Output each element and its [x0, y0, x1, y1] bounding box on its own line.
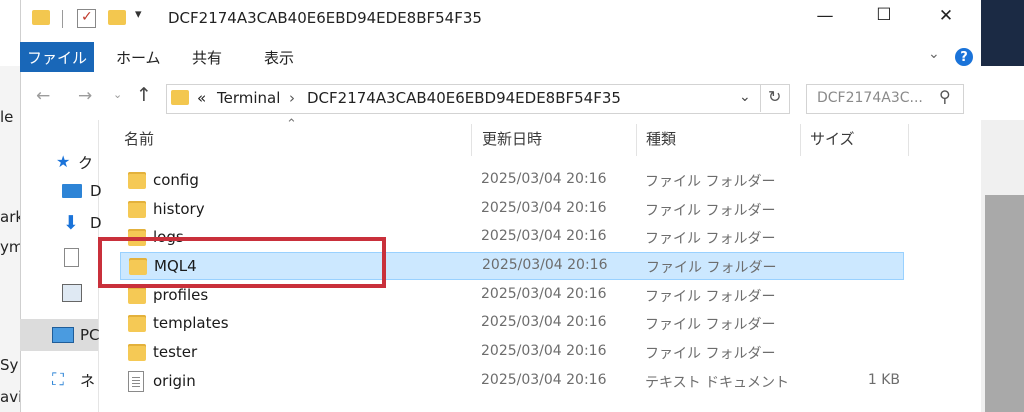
file-size: 1 KB — [867, 372, 900, 388]
file-row-tester[interactable]: tester 2025/03/04 20:16 ファイル フォルダー — [120, 339, 904, 367]
new-folder-icon[interactable] — [108, 10, 126, 25]
recent-locations-icon[interactable]: ⌄ — [113, 88, 122, 101]
file-type: ファイル フォルダー — [645, 203, 776, 219]
ribbon-tabs: ファイル ホーム 共有 表示 ⌄ ? — [20, 38, 980, 72]
column-header-type[interactable]: 種類 — [646, 128, 676, 149]
toolbar-separator — [62, 10, 63, 28]
breadcrumb-terminal[interactable]: Terminal — [217, 89, 280, 107]
file-name: config — [153, 171, 199, 189]
file-name: origin — [153, 372, 196, 390]
back-arrow-icon[interactable]: ← — [36, 86, 50, 106]
desktop-icon[interactable] — [62, 184, 82, 198]
documents-icon[interactable] — [64, 248, 79, 267]
folder-icon — [171, 90, 189, 105]
window-title: DCF2174A3CAB40E6EBD94EDE8BF54F35 — [168, 9, 482, 27]
address-dropdown-icon[interactable]: ⌄ — [739, 89, 751, 105]
folder-icon — [128, 287, 146, 304]
file-row-origin[interactable]: origin 2025/03/04 20:16 テキスト ドキュメント 1 KB — [120, 368, 904, 396]
column-divider[interactable] — [471, 124, 472, 156]
properties-icon[interactable]: ✓ — [77, 9, 96, 28]
ribbon-expand-icon[interactable]: ⌄ — [928, 46, 940, 62]
search-input[interactable]: DCF2174A3C... — [817, 90, 923, 106]
file-row-history[interactable]: history 2025/03/04 20:16 ファイル フォルダー — [120, 196, 904, 224]
search-icon[interactable]: ⚲ — [939, 87, 951, 106]
file-type: ファイル フォルダー — [645, 317, 776, 333]
tab-view[interactable]: 表示 — [264, 42, 294, 72]
column-header-size[interactable]: サイズ — [810, 128, 855, 149]
quick-access-star-icon[interactable]: ★ — [56, 152, 70, 171]
folder-icon — [32, 10, 50, 25]
file-modified: 2025/03/04 20:16 — [481, 228, 607, 244]
file-type: ファイル フォルダー — [645, 174, 776, 190]
checkmark-icon: ✓ — [81, 9, 93, 25]
folder-icon — [128, 201, 146, 218]
file-modified: 2025/03/04 20:16 — [481, 372, 607, 388]
breadcrumb-overflow[interactable]: « — [197, 89, 206, 107]
file-name: history — [153, 200, 205, 218]
file-row-templates[interactable]: templates 2025/03/04 20:16 ファイル フォルダー — [120, 310, 904, 338]
forward-arrow-icon[interactable]: → — [78, 86, 92, 106]
refresh-icon: ↻ — [768, 87, 782, 106]
file-type: ファイル フォルダー — [645, 346, 776, 362]
nav-item-desktop[interactable]: D — [90, 182, 102, 200]
close-button[interactable]: ✕ — [934, 6, 958, 26]
file-modified: 2025/03/04 20:16 — [482, 257, 608, 273]
maximize-button[interactable]: ☐ — [872, 5, 896, 25]
nav-item-quick-access[interactable]: ク — [78, 152, 93, 173]
file-type: ファイル フォルダー — [645, 231, 776, 247]
folder-icon — [128, 172, 146, 189]
quick-access-dropdown-icon[interactable]: ▾ — [135, 7, 142, 22]
refresh-button[interactable]: ↻ — [760, 84, 791, 112]
breadcrumb-current-folder[interactable]: DCF2174A3CAB40E6EBD94EDE8BF54F35 — [307, 89, 621, 107]
search-box[interactable]: DCF2174A3C... ⚲ — [806, 84, 964, 114]
column-divider[interactable] — [908, 124, 909, 156]
file-name: tester — [153, 343, 198, 361]
file-name: profiles — [153, 286, 209, 304]
background-edge-label: Sy — [0, 356, 19, 374]
nav-item-network[interactable]: ネ — [80, 370, 95, 391]
file-row-config[interactable]: config 2025/03/04 20:16 ファイル フォルダー — [120, 167, 904, 195]
help-button[interactable]: ? — [955, 48, 973, 66]
file-modified: 2025/03/04 20:16 — [481, 314, 607, 330]
tab-share[interactable]: 共有 — [192, 42, 222, 72]
file-type: ファイル フォルダー — [646, 260, 777, 276]
file-modified: 2025/03/04 20:16 — [481, 171, 607, 187]
column-header-name[interactable]: 名前 — [124, 128, 154, 149]
tab-file[interactable]: ファイル — [20, 42, 94, 72]
column-divider[interactable] — [800, 124, 801, 156]
column-divider[interactable] — [636, 124, 637, 156]
downloads-arrow-icon[interactable]: ⬇ — [63, 212, 79, 234]
this-pc-icon — [52, 327, 74, 343]
folder-icon — [128, 344, 146, 361]
file-name: templates — [153, 314, 229, 332]
background-app-titlebar — [980, 0, 1024, 66]
sort-ascending-icon: ⌃ — [286, 117, 297, 132]
file-type: テキスト ドキュメント — [645, 375, 790, 391]
nav-item-this-pc[interactable]: PC — [80, 326, 100, 344]
pictures-icon[interactable] — [62, 284, 82, 302]
annotation-highlight-box — [98, 237, 386, 288]
column-header-modified[interactable]: 更新日時 — [482, 128, 542, 149]
file-modified: 2025/03/04 20:16 — [481, 200, 607, 216]
address-bar[interactable]: « Terminal › DCF2174A3CAB40E6EBD94EDE8BF… — [166, 84, 790, 114]
text-document-icon — [128, 371, 144, 392]
file-modified: 2025/03/04 20:16 — [481, 343, 607, 359]
background-edge-label: le — [0, 108, 14, 126]
file-type: ファイル フォルダー — [645, 289, 776, 305]
minimize-button[interactable]: — — [813, 6, 837, 26]
file-modified: 2025/03/04 20:16 — [481, 286, 607, 302]
network-icon[interactable]: ⛶ — [52, 370, 64, 390]
tab-home[interactable]: ホーム — [116, 42, 161, 72]
folder-icon — [128, 315, 146, 332]
background-app-right-gray — [985, 195, 1024, 412]
nav-item-downloads[interactable]: D — [90, 214, 102, 232]
breadcrumb-chevron-icon[interactable]: › — [289, 89, 295, 107]
up-arrow-icon[interactable]: ↑ — [136, 84, 152, 106]
